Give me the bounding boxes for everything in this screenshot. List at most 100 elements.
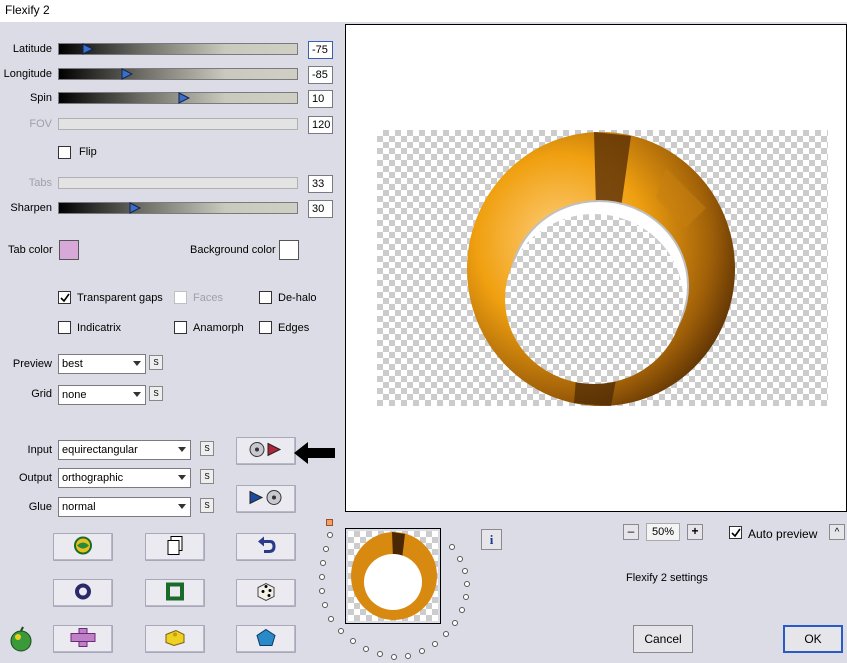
tabs-label: Tabs: [28, 177, 52, 189]
dot-marker: [405, 653, 411, 659]
chevron-down-icon: [178, 504, 186, 509]
copy-icon: [166, 536, 184, 559]
undo-button[interactable]: [236, 533, 296, 561]
dot-marker: [449, 544, 455, 550]
dot-marker: [319, 588, 325, 594]
spin-thumb[interactable]: [178, 92, 191, 104]
ok-button[interactable]: OK: [783, 625, 843, 653]
dice-icon: [255, 582, 277, 605]
dot-marker: [462, 568, 468, 574]
sharpen-thumb[interactable]: [129, 202, 142, 214]
flip-checkbox[interactable]: [58, 146, 71, 159]
glue-select-value: normal: [62, 501, 96, 513]
anamorph-checkbox[interactable]: [174, 321, 187, 334]
preview-select-value: best: [62, 358, 83, 370]
spin-input[interactable]: 10: [308, 90, 333, 108]
dot-marker: [323, 546, 329, 552]
chevron-down-icon: [133, 361, 141, 366]
dot-marker: [338, 628, 344, 634]
dot-marker: [464, 581, 470, 587]
flexify-logo-icon: [8, 626, 34, 655]
glue-s-button[interactable]: S: [200, 498, 214, 513]
thumbnail-preview[interactable]: [345, 528, 441, 624]
fov-slider: [58, 118, 298, 130]
zoom-in-button[interactable]: +: [687, 524, 703, 540]
input-s-button[interactable]: S: [200, 441, 214, 456]
fov-input: 120: [308, 116, 333, 134]
main-preview[interactable]: [345, 24, 847, 512]
checkmark-icon: [60, 293, 70, 303]
longitude-input[interactable]: -85: [308, 66, 333, 84]
anamorph-label: Anamorph: [193, 322, 244, 334]
dot-marker: [350, 638, 356, 644]
sharpen-label: Sharpen: [10, 202, 52, 214]
plus-shape-icon: [70, 628, 96, 651]
spin-label: Spin: [29, 92, 52, 104]
output-label: Output: [18, 472, 52, 484]
background-color-swatch[interactable]: [279, 240, 299, 260]
globe-button[interactable]: [53, 533, 113, 561]
thumbnail-ring-image: [351, 532, 437, 620]
latitude-label: Latitude: [12, 43, 52, 55]
input-select[interactable]: equirectangular: [58, 440, 191, 460]
chevron-down-icon: [133, 392, 141, 397]
background-color-label: Background color: [190, 244, 276, 256]
spin-slider[interactable]: [58, 92, 298, 104]
dot-marker: [443, 631, 449, 637]
preview-select[interactable]: best: [58, 354, 146, 374]
arrow-to-disc-icon: [248, 489, 284, 510]
info-icon[interactable]: i: [481, 529, 502, 550]
pentagon-icon: [256, 628, 276, 650]
disc-to-arrow-icon: [248, 441, 284, 462]
auto-preview-checkbox[interactable]: [729, 526, 742, 539]
dot-marker: [432, 641, 438, 647]
dot-marker: [327, 532, 333, 538]
de-halo-checkbox[interactable]: [259, 291, 272, 304]
grid-select[interactable]: none: [58, 385, 146, 405]
chevron-down-icon: [178, 447, 186, 452]
dot-marker: [463, 594, 469, 600]
dot-marker: [319, 574, 325, 580]
dice-button[interactable]: [236, 579, 296, 607]
pentagon-button[interactable]: [236, 625, 296, 653]
thumbnail-handle[interactable]: [326, 519, 333, 526]
collapse-button[interactable]: ^: [829, 524, 845, 540]
glue-label: Glue: [28, 501, 52, 513]
indicatrix-label: Indicatrix: [77, 322, 122, 334]
zoom-out-button[interactable]: –: [623, 524, 639, 540]
latitude-thumb[interactable]: [82, 43, 95, 55]
latitude-input[interactable]: -75: [308, 41, 333, 59]
tab-color-swatch[interactable]: [59, 240, 79, 260]
convert-input-button[interactable]: [236, 437, 296, 465]
square-frame-button[interactable]: [145, 579, 205, 607]
plus-shape-button[interactable]: [53, 625, 113, 653]
black-arrow-icon: [294, 441, 336, 468]
preview-ring-hole: [505, 214, 683, 384]
indicatrix-checkbox[interactable]: [58, 321, 71, 334]
grid-select-value: none: [62, 389, 87, 401]
latitude-slider[interactable]: [58, 43, 298, 55]
dot-marker: [322, 602, 328, 608]
input-select-value: equirectangular: [62, 444, 138, 456]
zoom-level[interactable]: 50%: [646, 523, 680, 541]
preview-s-button[interactable]: S: [149, 355, 163, 370]
sharpen-input[interactable]: 30: [308, 200, 333, 218]
output-s-button[interactable]: S: [200, 469, 214, 484]
square-frame-icon: [166, 582, 184, 604]
cancel-button[interactable]: Cancel: [633, 625, 693, 653]
convert-output-button[interactable]: [236, 485, 296, 513]
output-select-value: orthographic: [62, 472, 124, 484]
block-button[interactable]: [145, 625, 205, 653]
ring-button[interactable]: [53, 579, 113, 607]
edges-checkbox[interactable]: [259, 321, 272, 334]
longitude-thumb[interactable]: [121, 68, 134, 80]
dot-marker: [391, 654, 397, 660]
title-bar: Flexify 2: [0, 0, 847, 22]
output-select[interactable]: orthographic: [58, 468, 191, 488]
sharpen-slider[interactable]: [58, 202, 298, 214]
copy-button[interactable]: [145, 533, 205, 561]
grid-s-button[interactable]: S: [149, 386, 163, 401]
transparent-gaps-checkbox[interactable]: [58, 291, 71, 304]
glue-select[interactable]: normal: [58, 497, 191, 517]
longitude-slider[interactable]: [58, 68, 298, 80]
